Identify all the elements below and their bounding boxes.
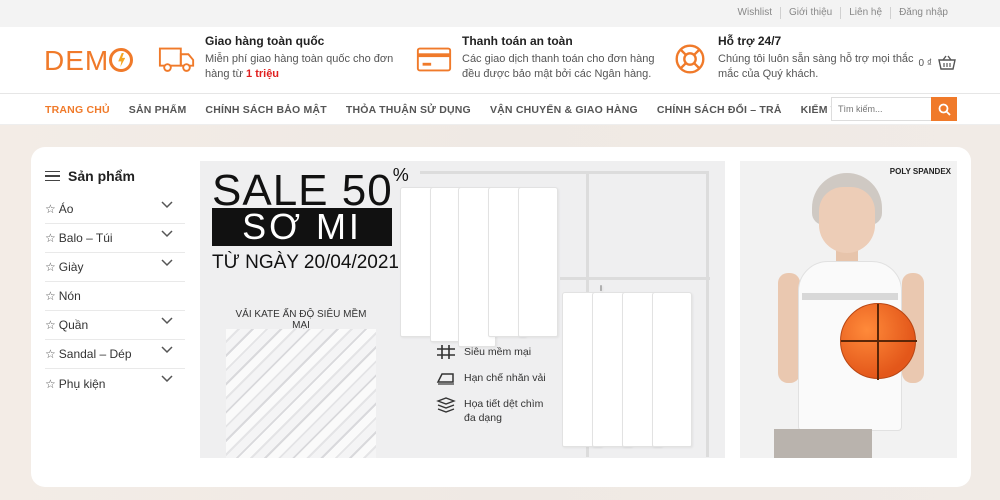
feature-title: Thanh toán an toàn xyxy=(462,34,573,48)
sale-banner[interactable]: SALE 50% SƠ MI TỪ NGÀY 20/04/2021 VẢI KA… xyxy=(200,161,725,458)
fabric-icon xyxy=(436,397,456,413)
feature-shipping: Giao hàng toàn quốc Miễn phí giao hàng t… xyxy=(158,34,405,82)
sidebar-item-label: Áo xyxy=(58,202,74,216)
sidebar-item-ao[interactable]: ☆ Áo xyxy=(45,195,185,224)
feature-text: Các giao dịch thanh toán cho đơn hàng đề… xyxy=(462,53,655,80)
nav-privacy[interactable]: CHÍNH SÁCH BẢO MẬT xyxy=(205,104,326,116)
truck-icon xyxy=(158,47,195,72)
feature-text: Chúng tôi luôn sẵn sàng hỗ trợ mọi thắc … xyxy=(718,53,914,80)
lifebuoy-icon xyxy=(675,44,705,74)
search-box xyxy=(831,97,957,121)
sidebar-item-non[interactable]: ☆ Nón xyxy=(45,282,185,311)
category-sidebar: Sản phẩm ☆ Áo ☆ Balo – Túi ☆ Giày ☆ Nón ☆ Quầ… xyxy=(45,165,185,398)
feature-title: Giao hàng toàn quốc xyxy=(205,34,325,48)
nav-terms[interactable]: THỎA THUẬN SỬ DỤNG xyxy=(346,104,471,116)
promo-tag: POLY SPANDEX xyxy=(889,167,951,176)
top-links: Wishlist Giới thiệu Liên hệ Đăng nhập xyxy=(730,7,956,19)
credit-card-icon xyxy=(416,47,452,72)
star-icon: ☆ xyxy=(45,231,56,245)
site-logo[interactable]: DEM xyxy=(44,45,134,77)
sidebar-title: Sản phẩm xyxy=(68,168,135,184)
search-button[interactable] xyxy=(931,97,957,121)
chevron-down-icon[interactable] xyxy=(161,375,173,383)
chevron-down-icon[interactable] xyxy=(161,259,173,267)
search-icon xyxy=(938,103,951,116)
nav-products[interactable]: SẢN PHẨM xyxy=(129,104,187,116)
feature-label: Họa tiết dệt chìm đa dạng xyxy=(464,398,544,424)
star-icon: ☆ xyxy=(45,289,56,303)
sidebar-item-phu-kien[interactable]: ☆ Phụ kiện xyxy=(45,369,185,398)
feature-text: Miễn phí giao hàng toàn quốc cho đơn hàn… xyxy=(205,53,394,80)
cart-total: 0 ₫ xyxy=(918,57,932,69)
chevron-down-icon[interactable] xyxy=(161,346,173,354)
sidebar-header: Sản phẩm xyxy=(45,165,185,187)
main-nav: TRANG CHỦ SẢN PHẨM CHÍNH SÁCH BẢO MẬT TH… xyxy=(0,95,1000,125)
header: DEM Giao hàng toàn quốc Miễn phí giao hà… xyxy=(0,27,1000,94)
nav-returns[interactable]: CHÍNH SÁCH ĐỔI – TRẢ xyxy=(657,104,782,116)
feature-label: Siêu mềm mại xyxy=(464,346,532,358)
feature-payment: Thanh toán an toàn Các giao dịch thanh t… xyxy=(415,34,662,82)
menu-icon xyxy=(45,168,60,185)
feature-pattern: Họa tiết dệt chìm đa dạng xyxy=(436,397,554,425)
feature-title: Hỗ trợ 24/7 xyxy=(718,34,782,48)
chevron-down-icon[interactable] xyxy=(161,317,173,325)
sidebar-item-label: Phụ kiện xyxy=(58,376,106,391)
sidebar-item-balo-tui[interactable]: ☆ Balo – Túi xyxy=(45,224,185,253)
nav-shipping[interactable]: VẬN CHUYỂN & GIAO HÀNG xyxy=(490,104,638,116)
sidebar-item-quan[interactable]: ☆ Quần xyxy=(45,311,185,340)
top-bar: Wishlist Giới thiệu Liên hệ Đăng nhập xyxy=(0,0,1000,27)
banner-date: TỪ NGÀY 20/04/2021 xyxy=(212,252,399,273)
sidebar-item-giay[interactable]: ☆ Giày xyxy=(45,253,185,282)
star-icon: ☆ xyxy=(45,318,56,332)
about-link[interactable]: Giới thiệu xyxy=(780,7,840,19)
contact-link[interactable]: Liên hệ xyxy=(840,7,890,19)
sidebar-item-label: Quần xyxy=(58,318,89,332)
sidebar-item-label: Nón xyxy=(58,289,81,303)
sidebar-item-label: Balo – Túi xyxy=(58,231,113,245)
iron-icon xyxy=(436,373,454,385)
sidebar-item-label: Giày xyxy=(58,260,84,274)
chevron-down-icon[interactable] xyxy=(161,201,173,209)
cart-button[interactable]: 0 ₫ xyxy=(919,55,956,71)
nav-home[interactable]: TRANG CHỦ xyxy=(45,104,110,116)
grid-icon xyxy=(437,345,455,359)
fabric-image xyxy=(226,329,376,458)
feature-wrinkle: Hạn chế nhăn vải xyxy=(436,370,546,386)
feature-support: Hỗ trợ 24/7 Chúng tôi luôn sẵn sàng hỗ t… xyxy=(671,34,918,82)
star-icon: ☆ xyxy=(45,260,56,274)
star-icon: ☆ xyxy=(45,347,56,361)
wishlist-link[interactable]: Wishlist xyxy=(730,7,780,19)
search-input[interactable] xyxy=(831,97,931,121)
sidebar-item-label: Sandal – Dép xyxy=(58,347,132,361)
chevron-down-icon[interactable] xyxy=(161,230,173,238)
star-icon: ☆ xyxy=(45,376,56,391)
feature-label: Hạn chế nhăn vải xyxy=(464,372,546,384)
star-icon: ☆ xyxy=(45,202,56,216)
promo-banner[interactable]: POLY SPANDEX xyxy=(740,161,957,458)
login-link[interactable]: Đăng nhập xyxy=(890,7,956,19)
banner-product-text: SƠ MI xyxy=(212,208,392,246)
sidebar-item-sandal-dep[interactable]: ☆ Sandal – Dép xyxy=(45,340,185,369)
basket-icon xyxy=(938,55,956,70)
feature-soft: Siêu mềm mại xyxy=(436,344,531,360)
bolt-icon xyxy=(109,48,134,72)
